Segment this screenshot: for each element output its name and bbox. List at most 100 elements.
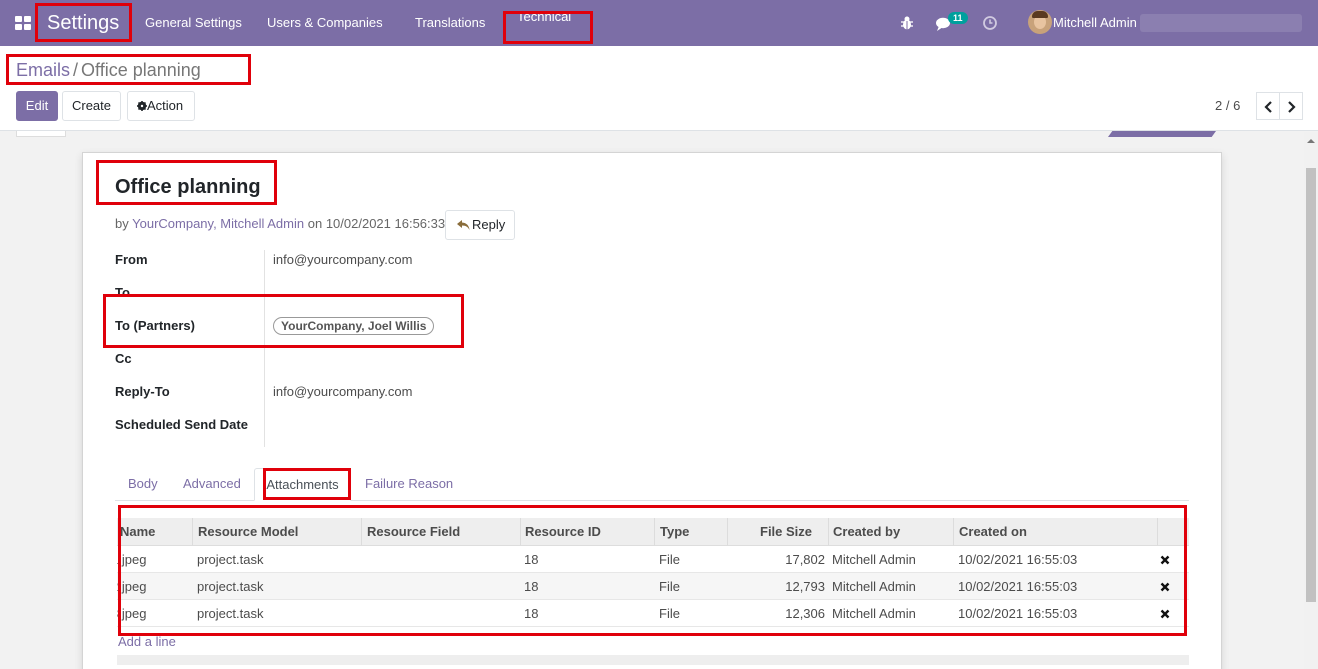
app-brand[interactable]: Settings	[47, 0, 119, 46]
column-separator	[953, 518, 954, 546]
pager-previous-button[interactable]	[1256, 92, 1280, 120]
menu-technical[interactable]: Technical	[517, 0, 571, 40]
tab-attachments[interactable]: Attachments	[254, 468, 351, 501]
statusbar-active-fragment	[1108, 131, 1216, 137]
scrollbar-thumb[interactable]	[1306, 168, 1316, 602]
email-subject: Office planning	[115, 176, 261, 198]
field-label-to: To	[115, 285, 130, 300]
cell-created-by: Mitchell Admin	[832, 579, 916, 594]
delete-icon[interactable]	[1160, 555, 1170, 565]
attachment-row[interactable]: 2.jpeg project.task 18 File 12,793 Mitch…	[117, 573, 1189, 600]
partner-tag[interactable]: YourCompany, Joel Willis	[273, 317, 435, 335]
cell-name: 1.jpeg	[117, 552, 147, 567]
cell-resource-id: 18	[524, 579, 539, 594]
create-button[interactable]: Create	[62, 91, 121, 121]
apps-menu-icon[interactable]	[15, 16, 31, 30]
tab-failure-reason[interactable]: Failure Reason	[365, 468, 453, 501]
column-header-resource-model[interactable]: Resource Model	[198, 518, 298, 546]
cell-created-on: 10/02/2021 16:55:03	[958, 606, 1078, 621]
column-header-name[interactable]: Name	[120, 518, 155, 546]
cell-created-by: Mitchell Admin	[832, 606, 916, 621]
email-meta: by YourCompany, Mitchell Admin on 10/02/…	[115, 216, 445, 231]
column-separator	[654, 518, 655, 546]
cell-file-size: 12,306	[785, 606, 825, 621]
cell-created-on: 10/02/2021 16:55:03	[958, 552, 1078, 567]
scroll-up-arrow-icon[interactable]	[1306, 136, 1316, 146]
reply-icon	[457, 220, 470, 230]
column-header-created-on[interactable]: Created on	[959, 518, 1027, 546]
column-header-file-size[interactable]: File Size	[760, 518, 812, 546]
author-link[interactable]: YourCompany, Mitchell Admin	[132, 216, 304, 231]
bug-icon[interactable]	[899, 15, 915, 31]
cell-name: 2.jpeg	[117, 579, 147, 594]
field-value-reply-to: info@yourcompany.com	[273, 384, 413, 399]
email-date: 10/02/2021 16:56:33	[325, 216, 446, 231]
attachment-row[interactable]: 1.jpeg project.task 18 File 17,802 Mitch…	[117, 546, 1189, 573]
column-separator	[192, 518, 193, 546]
cell-file-size: 17,802	[785, 552, 825, 567]
column-separator	[520, 518, 521, 546]
field-divider	[264, 250, 265, 447]
cell-resource-field	[367, 573, 517, 600]
column-separator	[828, 518, 829, 546]
by-prefix: by	[115, 216, 129, 231]
cell-resource-id: 18	[524, 552, 539, 567]
column-header-resource-id[interactable]: Resource ID	[525, 518, 601, 546]
chevron-right-icon	[1288, 101, 1296, 113]
add-a-line-link[interactable]: Add a line	[118, 634, 176, 649]
edit-button[interactable]: Edit	[16, 91, 58, 121]
delete-icon[interactable]	[1160, 582, 1170, 592]
field-label-scheduled-send-date: Scheduled Send Date	[115, 417, 248, 432]
attachment-row[interactable]: 3.jpeg project.task 18 File 12,306 Mitch…	[117, 600, 1189, 627]
control-panel	[0, 46, 1318, 131]
redacted-area	[1140, 14, 1302, 32]
attachments-table-footer	[117, 655, 1189, 665]
cell-name: 3.jpeg	[117, 606, 147, 621]
menu-users-companies[interactable]: Users & Companies	[267, 0, 383, 46]
cell-type: File	[659, 606, 680, 621]
cell-type: File	[659, 552, 680, 567]
cell-resource-model: project.task	[197, 606, 264, 621]
column-header-resource-field[interactable]: Resource Field	[367, 518, 460, 546]
field-value-from: info@yourcompany.com	[273, 252, 413, 267]
column-separator	[1157, 518, 1158, 546]
cell-resource-id: 18	[524, 606, 539, 621]
column-header-type[interactable]: Type	[660, 518, 689, 546]
cell-created-by: Mitchell Admin	[832, 552, 916, 567]
cell-created-on: 10/02/2021 16:55:03	[958, 579, 1078, 594]
statusbar-fragment	[16, 131, 66, 137]
field-label-from: From	[115, 252, 148, 267]
pager-value[interactable]: 2 / 6	[1215, 98, 1240, 113]
field-label-reply-to: Reply-To	[115, 384, 170, 399]
column-header-created-by[interactable]: Created by	[833, 518, 900, 546]
messages-count-badge: 11	[948, 12, 968, 24]
cell-type: File	[659, 579, 680, 594]
pager-next-button[interactable]	[1279, 92, 1303, 120]
cell-file-size: 12,793	[785, 579, 825, 594]
breadcrumb-current: Office planning	[81, 60, 201, 80]
tab-advanced[interactable]: Advanced	[183, 468, 241, 501]
clock-icon[interactable]	[982, 15, 998, 31]
attachments-table-header: Name Resource Model Resource Field Resou…	[117, 518, 1189, 546]
menu-general-settings[interactable]: General Settings	[145, 0, 242, 46]
user-avatar[interactable]	[1028, 10, 1052, 34]
breadcrumb-emails[interactable]: Emails	[16, 60, 70, 80]
cell-resource-field	[367, 546, 517, 573]
tab-body[interactable]: Body	[128, 468, 158, 501]
column-separator	[727, 518, 728, 546]
on-prefix: on	[307, 216, 323, 231]
cell-resource-field	[367, 600, 517, 627]
gear-icon	[137, 101, 147, 111]
reply-button[interactable]: Reply	[445, 210, 515, 240]
action-button[interactable]: Action	[127, 91, 195, 121]
delete-icon[interactable]	[1160, 609, 1170, 619]
field-label-cc: Cc	[115, 351, 132, 366]
column-separator	[361, 518, 362, 546]
breadcrumb: Emails / Office planning	[16, 60, 201, 80]
chevron-left-icon	[1264, 101, 1272, 113]
user-name[interactable]: Mitchell Admin	[1053, 0, 1137, 46]
reply-label: Reply	[472, 217, 506, 232]
top-navbar: Settings General Settings Users & Compan…	[0, 0, 1318, 46]
cell-resource-model: project.task	[197, 579, 264, 594]
menu-translations[interactable]: Translations	[415, 0, 485, 46]
